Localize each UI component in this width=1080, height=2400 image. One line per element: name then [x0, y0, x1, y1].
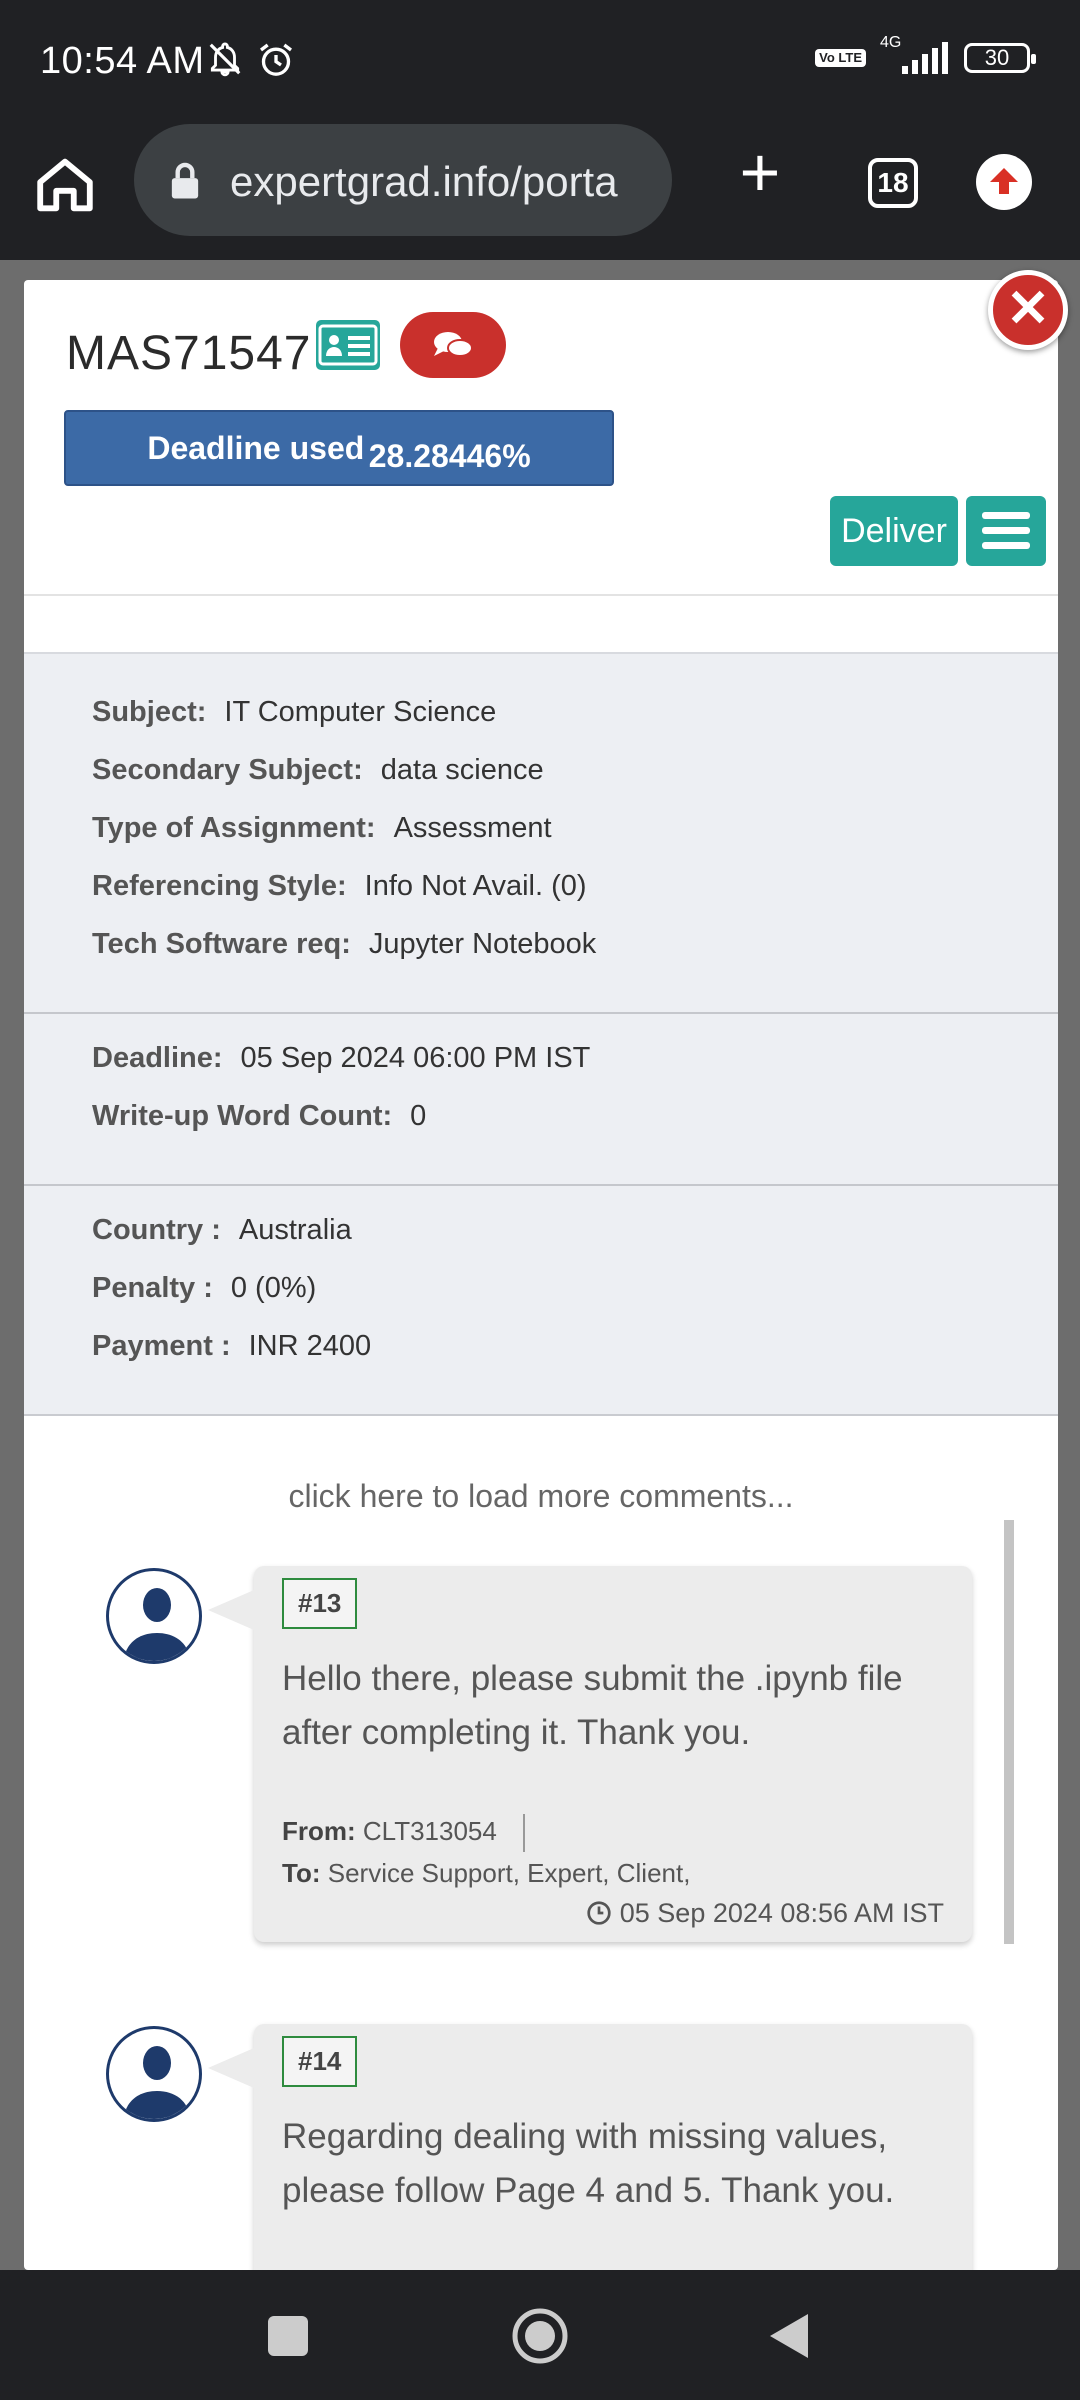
status-icons: Vo LTE 4G 30 [815, 34, 1036, 76]
divider [24, 594, 1058, 596]
arrow-up-icon [990, 168, 1018, 194]
divider [24, 1184, 1058, 1186]
recents-button[interactable] [268, 2316, 308, 2356]
update-button[interactable] [976, 154, 1032, 210]
tab-switcher-button[interactable]: 18 [868, 158, 918, 208]
home-icon[interactable] [30, 150, 100, 220]
detail-tech-software: Tech Software req: Jupyter Notebook [92, 928, 597, 960]
chat-button[interactable] [400, 312, 506, 378]
comments-icon [434, 332, 473, 357]
user-icon [123, 1588, 191, 1661]
battery-icon: 30 [964, 43, 1036, 73]
load-more-comments-link[interactable]: click here to load more comments... [24, 1478, 1058, 1515]
browser-toolbar: expertgrad.info/porta + 18 [0, 120, 1080, 260]
comment-message: Regarding dealing with missing values, p… [282, 2117, 895, 2210]
detail-penalty: Penalty :0 (0%) [92, 1272, 317, 1304]
detail-referencing-style: Referencing Style: Info Not Avail. (0) [92, 870, 587, 902]
detail-deadline: Deadline: 05 Sep 2024 06:00 PM IST [92, 1042, 591, 1074]
close-modal-button[interactable]: ✕ [988, 270, 1068, 350]
detail-type-of-assignment: Type of Assignment: Assessment [92, 812, 552, 844]
comment-card: #14 Regarding dealing with missing value… [208, 2024, 972, 2270]
system-nav-bar [0, 2270, 1080, 2400]
comment-from: From: CLT313054 [282, 1814, 525, 1852]
comment-number: #14 [282, 2036, 358, 2087]
new-tab-button[interactable]: + [730, 137, 790, 207]
comment-card: #13 Hello there, please submit the .ipyn… [208, 1566, 972, 1942]
lock-icon [171, 162, 199, 199]
volte-icon: Vo LTE [815, 49, 866, 67]
address-bar[interactable]: expertgrad.info/porta [134, 124, 672, 236]
comment-message: Hello there, please submit the .ipynb fi… [282, 1659, 903, 1752]
id-card-icon[interactable] [316, 320, 380, 370]
back-nav-button[interactable] [766, 2310, 812, 2362]
avatar [106, 1568, 202, 1664]
deadline-label: Deadline used [147, 430, 365, 466]
detail-word-count: Write-up Word Count: 0 [92, 1100, 427, 1132]
alarm-icon [260, 43, 292, 76]
user-icon [123, 2046, 191, 2119]
home-nav-button[interactable] [510, 2306, 570, 2366]
comments-scrollbar[interactable] [1004, 1520, 1014, 1944]
deadline-progress: Deadline used 28.28446% [64, 410, 614, 486]
clock: 10:54 AM [40, 40, 205, 82]
comment-timestamp: 05 Sep 2024 08:56 AM IST [586, 1898, 944, 1929]
order-modal: MAS71547 Deadline used 28.28446% Deliver… [24, 280, 1058, 2270]
order-id: MAS71547 [66, 327, 312, 380]
status-bar: 10:54 AM Vo LTE 4G 30 [0, 0, 1080, 120]
detail-payment: Payment : INR 2400 [92, 1330, 372, 1362]
deliver-button[interactable]: Deliver [830, 496, 958, 566]
divider [24, 1012, 1058, 1014]
clock-icon [587, 1901, 611, 1925]
detail-secondary-subject: Secondary Subject: data science [92, 754, 544, 786]
comment-number: #13 [282, 1578, 358, 1629]
signal-icon: 4G [878, 34, 952, 76]
detail-subject: Subject: IT Computer Science [92, 696, 497, 728]
notifications-muted-icon [209, 42, 241, 77]
avatar [106, 2026, 202, 2122]
order-details: Subject: IT Computer Science Secondary Su… [24, 652, 1058, 1416]
comment-to: To: Service Support, Expert, Client, [282, 1858, 691, 1888]
url-text: expertgrad.info/porta [230, 158, 618, 205]
menu-button[interactable] [966, 496, 1046, 566]
deadline-value: 28.28446% [368, 438, 531, 474]
detail-country: Country : Australia [92, 1214, 352, 1246]
